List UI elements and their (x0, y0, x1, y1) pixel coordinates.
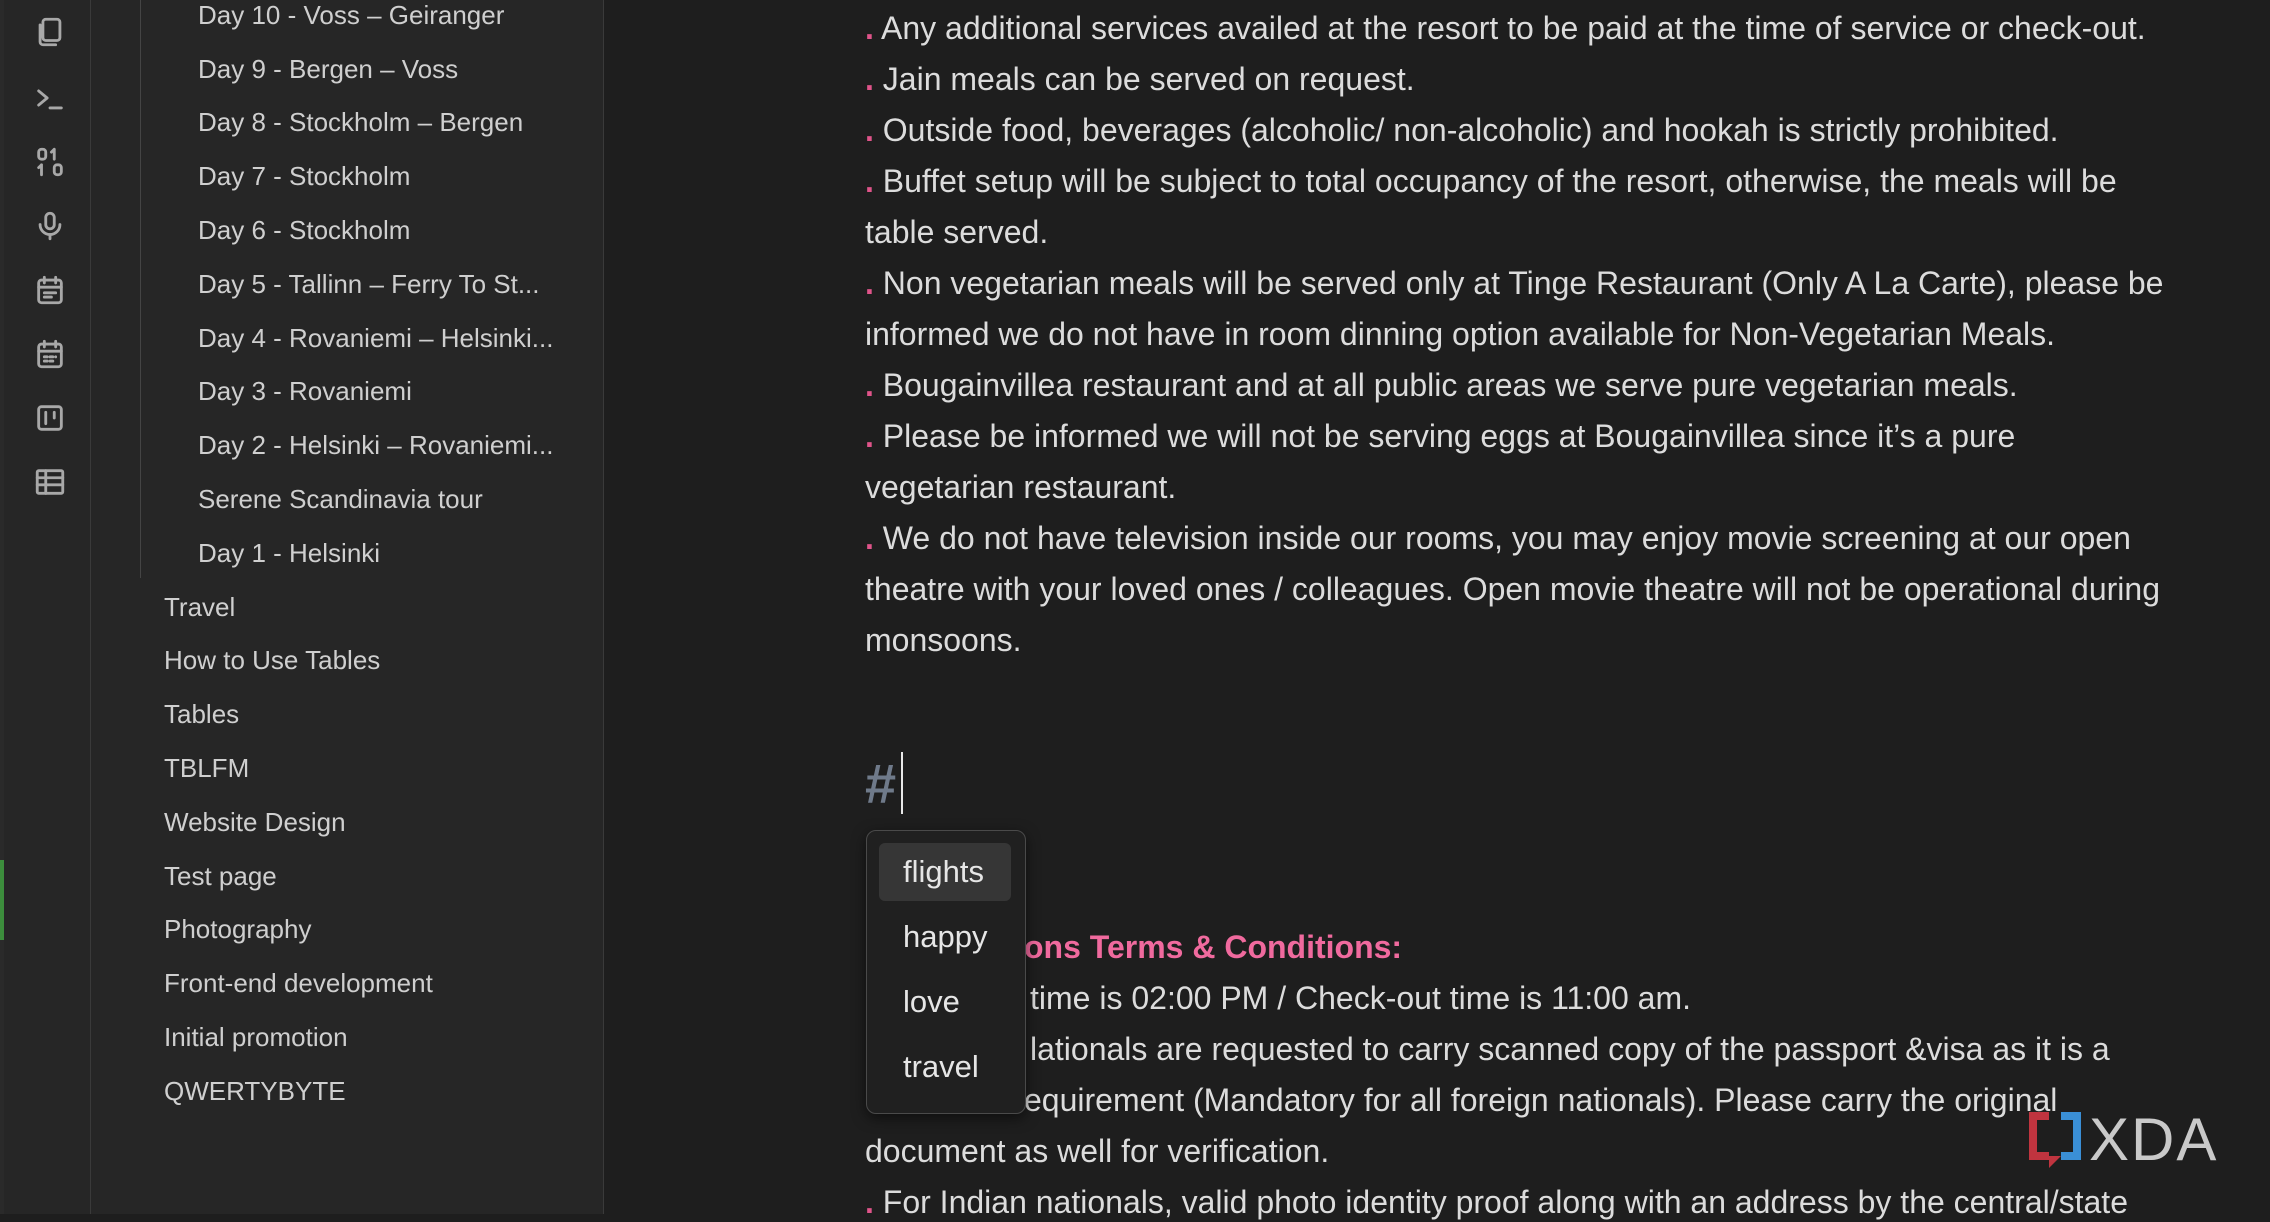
note-line: table served. (865, 214, 1049, 250)
file-item[interactable]: Day 9 - Bergen – Voss (198, 51, 458, 87)
file-item[interactable]: Day 7 - Stockholm (198, 158, 410, 194)
note-line: . Please be informed we will not be serv… (865, 418, 2016, 454)
bullet-marker: . (865, 418, 874, 454)
xda-logo-icon (2029, 1112, 2081, 1168)
bullet-marker: . (865, 367, 874, 403)
file-item[interactable]: Serene Scandinavia tour (198, 481, 483, 517)
suggestion-item-happy[interactable]: happy (879, 908, 1011, 966)
kanban-icon[interactable] (28, 396, 72, 440)
tree-indent-guide (140, 0, 141, 578)
note-line: equirement (Mandatory for all foreign na… (1024, 1082, 2058, 1118)
bullet-marker: . (865, 520, 874, 556)
xda-watermark: XDA (2025, 1105, 2240, 1175)
file-item[interactable]: Initial promotion (164, 1019, 348, 1055)
bullet-marker: . (865, 112, 874, 148)
file-item[interactable]: Day 2 - Helsinki – Rovaniemi... (198, 427, 553, 463)
heading-marker[interactable]: # (865, 752, 896, 816)
file-item[interactable]: Photography (164, 911, 311, 947)
file-item[interactable]: Travel (164, 589, 235, 625)
note-line: time is 02:00 PM / Check-out time is 11:… (1030, 980, 1691, 1016)
microphone-icon[interactable] (28, 204, 72, 248)
watermark-text: XDA (2089, 1106, 2219, 1173)
note-line: vegetarian restaurant. (865, 469, 1177, 505)
note-line: . Outside food, beverages (alcoholic/ no… (865, 112, 2059, 148)
file-item[interactable]: Day 3 - Rovaniemi (198, 373, 412, 409)
file-item[interactable]: Day 4 - Rovaniemi – Helsinki... (198, 320, 553, 356)
note-line: . Non vegetarian meals will be served on… (865, 265, 2164, 301)
file-item[interactable]: Day 5 - Tallinn – Ferry To St... (198, 266, 540, 302)
tag-suggestion-popup: flights happy love travel (866, 830, 1026, 1114)
text-cursor (901, 752, 903, 814)
file-item[interactable]: How to Use Tables (164, 642, 380, 678)
bullet-marker: . (865, 61, 874, 97)
note-line: lationals are requested to carry scanned… (1030, 1031, 2110, 1067)
file-item[interactable]: Day 1 - Helsinki (198, 535, 380, 571)
suggestion-item-travel[interactable]: travel (879, 1038, 1011, 1096)
note-line: informed we do not have in room dinning … (865, 316, 2056, 352)
bullet-marker: . (865, 163, 874, 199)
bullet-marker: . (865, 10, 874, 46)
note-line: monsoons. (865, 622, 1022, 658)
file-item[interactable]: Day 10 - Voss – Geiranger (198, 0, 504, 33)
suggestion-item-flights[interactable]: flights (879, 843, 1011, 901)
note-line: document as well for verification. (865, 1133, 1330, 1169)
note-line: . We do not have television inside our r… (865, 520, 2131, 556)
file-item[interactable]: Tables (164, 696, 239, 732)
bullet-marker: . (865, 265, 874, 301)
note-line: . Any additional services availed at the… (865, 10, 2146, 46)
note-line: . Bougainvillea restaurant and at all pu… (865, 367, 2018, 403)
suggestion-item-love[interactable]: love (879, 973, 1011, 1031)
file-item[interactable]: QWERTYBYTE (164, 1073, 346, 1109)
file-item[interactable]: Front-end development (164, 965, 433, 1001)
calendar-icon[interactable] (28, 332, 72, 376)
note-line: theatre with your loved ones / colleague… (865, 571, 2160, 607)
file-explorer: Day 10 - Voss – Geiranger Day 9 - Bergen… (91, 0, 604, 1214)
file-item[interactable]: TBLFM (164, 750, 249, 786)
terminal-icon[interactable] (28, 76, 72, 120)
table-icon[interactable] (28, 460, 72, 504)
section-heading: ons Terms & Conditions: (1024, 929, 1403, 965)
bullet-marker: . (865, 1184, 874, 1220)
file-item[interactable]: Day 8 - Stockholm – Bergen (198, 104, 523, 140)
file-item[interactable]: Test page (164, 858, 277, 894)
file-item[interactable]: Website Design (164, 804, 346, 840)
calendar-list-icon[interactable] (28, 268, 72, 312)
binary-icon[interactable] (28, 140, 72, 184)
file-item[interactable]: Day 6 - Stockholm (198, 212, 410, 248)
files-icon[interactable] (28, 10, 72, 54)
note-line: . For Indian nationals, valid photo iden… (865, 1184, 2128, 1220)
editor-pane[interactable]: . Any additional services availed at the… (604, 0, 2270, 1220)
ribbon (4, 0, 91, 1214)
note-line: . Buffet setup will be subject to total … (865, 163, 2117, 199)
note-line: . Jain meals can be served on request. (865, 61, 1415, 97)
